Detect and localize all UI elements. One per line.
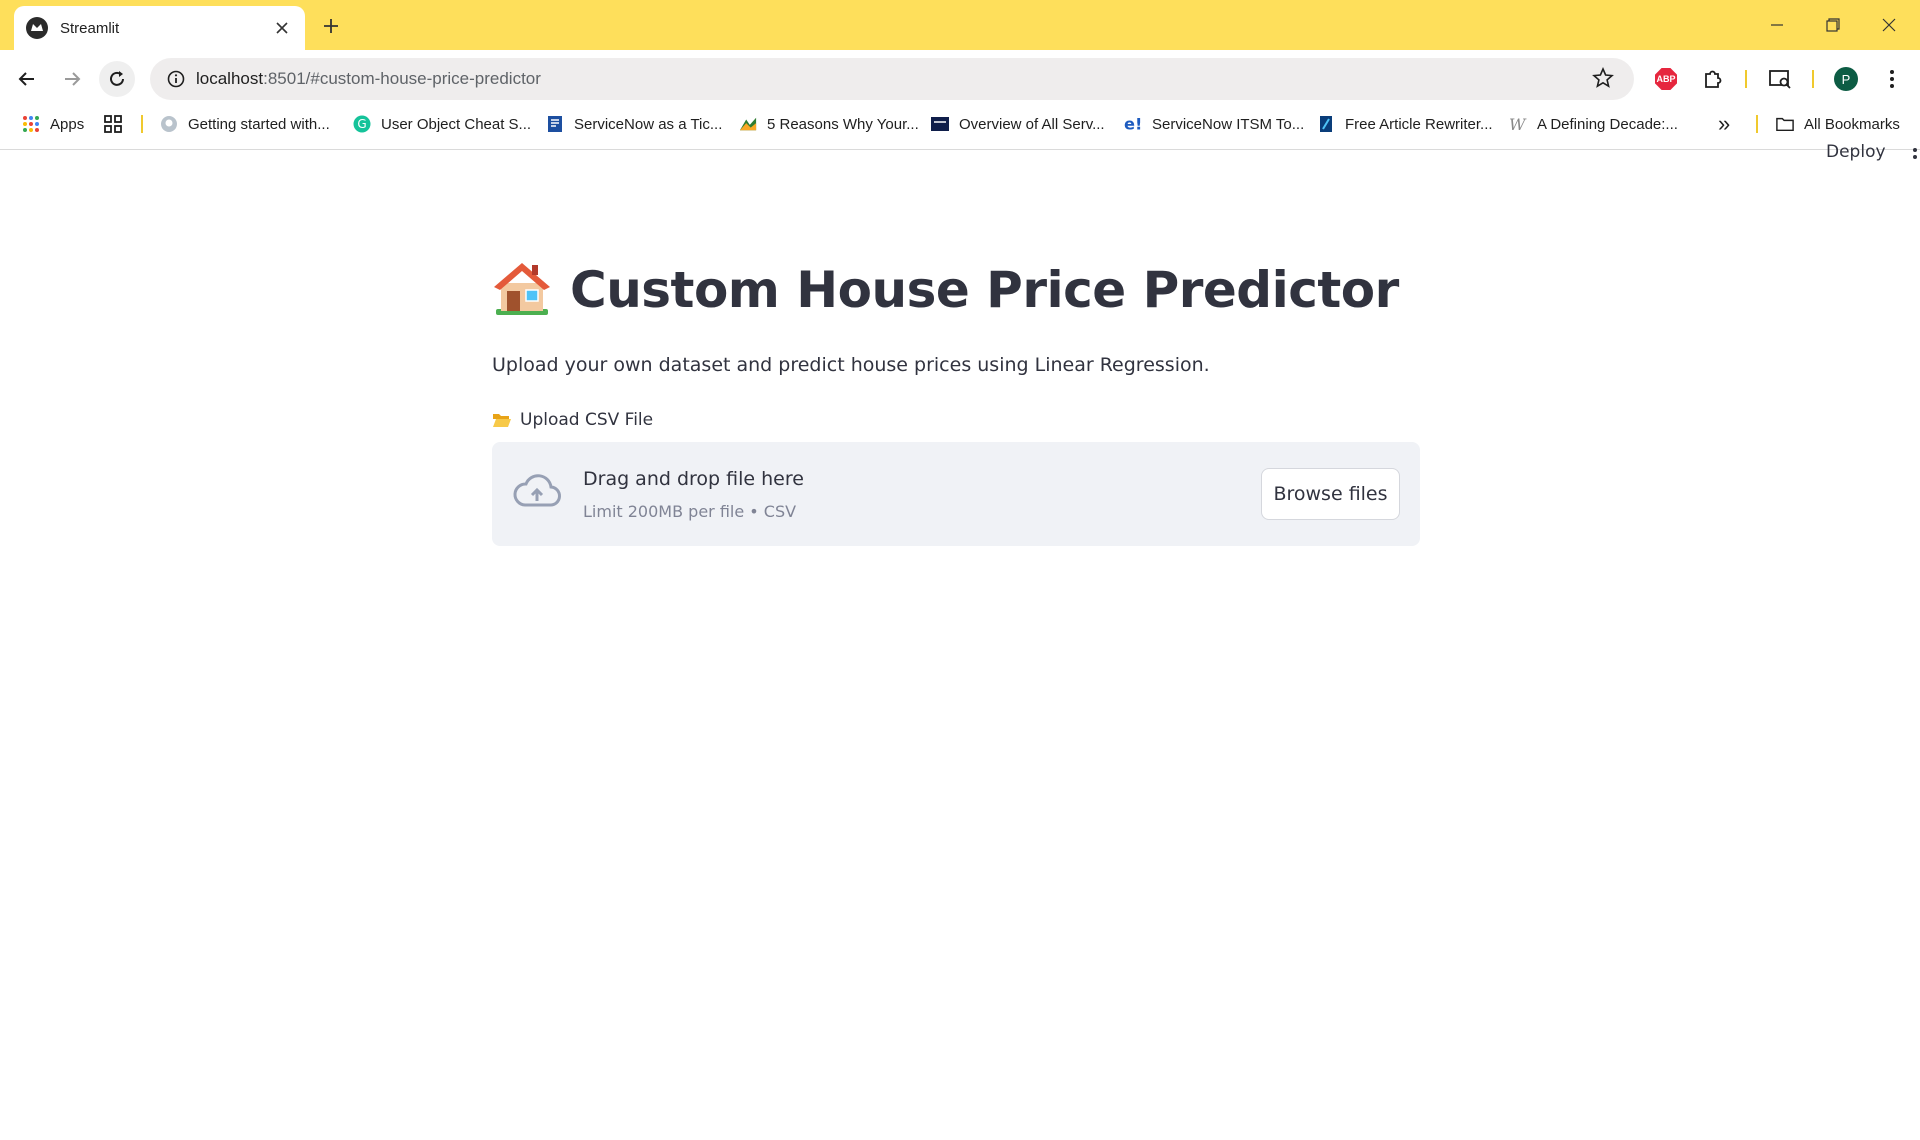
bookmark-servicenow-ticket[interactable]: ServiceNow as a Tic... [546,108,722,140]
page-description: Upload your own dataset and predict hous… [492,354,1210,376]
e-exclamation-icon: e! [1124,115,1142,133]
bookmark-label: Free Article Rewriter... [1345,115,1493,133]
browser-menu-icon[interactable] [1874,61,1910,97]
bookmark-divider [1756,115,1758,133]
apps-grid-icon [22,115,40,133]
abp-badge: ABP [1655,68,1677,90]
bookmark-label: ServiceNow as a Tic... [574,115,723,133]
bookmark-servicenow-itsm[interactable]: e! ServiceNow ITSM To... [1124,108,1304,140]
tab-search-icon[interactable] [1762,61,1798,97]
chart-bars-icon [739,115,757,133]
browser-toolbar: localhost:8501/#custom-house-price-predi… [0,50,1920,108]
bookmarks-overflow-button[interactable]: » [1718,108,1730,140]
main-content: Custom House Price Predictor Upload your… [492,250,1420,546]
deploy-button[interactable]: Deploy [1826,142,1886,162]
dropzone-limit: Limit 200MB per file • CSV [583,502,797,521]
svg-text:G: G [357,117,366,131]
bookmark-user-object-cheat[interactable]: G User Object Cheat S... [353,108,531,140]
bookmarks-bar: Apps Getting started with... G User Obje… [0,108,1920,150]
close-window-button[interactable] [1862,0,1916,50]
forward-button[interactable] [54,61,90,97]
bookmark-label: Apps [50,115,85,133]
all-bookmarks-folder[interactable]: All Bookmarks [1776,108,1900,140]
address-bar[interactable]: localhost:8501/#custom-house-price-predi… [150,58,1634,100]
title-text: Custom House Price Predictor [570,261,1399,319]
streamlit-favicon-icon [26,17,48,39]
bookmark-label: ServiceNow ITSM To... [1152,115,1305,133]
svg-text:e!: e! [1124,115,1142,133]
svg-text:W: W [1509,115,1527,133]
tab-strip: Streamlit [0,0,1920,50]
back-button[interactable] [9,61,45,97]
bookmark-getting-started[interactable]: Getting started with... [160,108,330,140]
bookmark-label: Getting started with... [188,115,330,133]
document-blue-icon [546,115,564,133]
bookmark-label: 5 Reasons Why Your... [767,115,919,133]
restore-window-button[interactable] [1806,0,1860,50]
bookmark-label: Overview of All Serv... [959,115,1105,133]
cloud-upload-icon [512,472,562,515]
wikipedia-w-icon: W [1509,115,1527,133]
dropzone-title: Drag and drop file here [583,468,804,490]
tab-close-icon[interactable] [271,17,293,39]
house-icon [492,259,552,322]
quill-icon [1317,115,1335,133]
adblock-plus-extension-icon[interactable]: ABP [1648,61,1684,97]
reload-button[interactable] [99,61,135,97]
minimize-window-button[interactable] [1750,0,1804,50]
url-text[interactable]: localhost:8501/#custom-house-price-predi… [196,69,541,89]
bookmark-divider [141,115,143,133]
folder-open-icon [492,411,512,429]
page-title: Custom House Price Predictor [492,250,1420,330]
grammarly-icon: G [353,115,371,133]
url-path: :8501/#custom-house-price-predictor [263,69,541,88]
bookmark-label: All Bookmarks [1804,115,1900,133]
profile-initial: P [1834,67,1858,91]
app-menu-icon[interactable] [1913,148,1920,162]
upload-label: Upload CSV File [492,410,1420,430]
upload-label-text: Upload CSV File [520,410,654,430]
bookmark-star-icon[interactable] [1592,66,1614,94]
new-tab-button[interactable] [318,13,344,39]
bookmark-5-reasons[interactable]: 5 Reasons Why Your... [739,108,919,140]
bookmark-label: A Defining Decade:... [1537,115,1678,133]
tab-groups-icon[interactable] [103,108,123,140]
bookmark-defining-decade[interactable]: W A Defining Decade:... [1509,108,1678,140]
arrow-left-icon [18,72,34,86]
person-circle-icon [160,115,178,133]
bookmark-free-article-rewriter[interactable]: Free Article Rewriter... [1317,108,1493,140]
bookmark-overview-services[interactable]: Overview of All Serv... [931,108,1105,140]
tab-title: Streamlit [60,19,120,37]
reload-icon [110,71,124,86]
bookmark-label: User Object Cheat S... [381,115,532,133]
browse-files-button[interactable]: Browse files [1261,468,1400,520]
chevron-double-right-icon: » [1718,111,1731,136]
toolbar-divider [1812,70,1814,88]
bookmark-apps[interactable]: Apps [22,108,84,140]
navy-square-icon [931,115,949,133]
arrow-right-icon [65,72,81,86]
browser-tab-streamlit[interactable]: Streamlit [14,6,305,50]
profile-avatar[interactable]: P [1828,61,1864,97]
site-info-icon[interactable] [156,70,196,88]
folder-icon [1776,115,1794,133]
extensions-puzzle-icon[interactable] [1695,61,1731,97]
file-dropzone[interactable]: Drag and drop file here Limit 200MB per … [492,442,1420,546]
toolbar-divider [1745,70,1747,88]
url-host: localhost [196,69,264,88]
